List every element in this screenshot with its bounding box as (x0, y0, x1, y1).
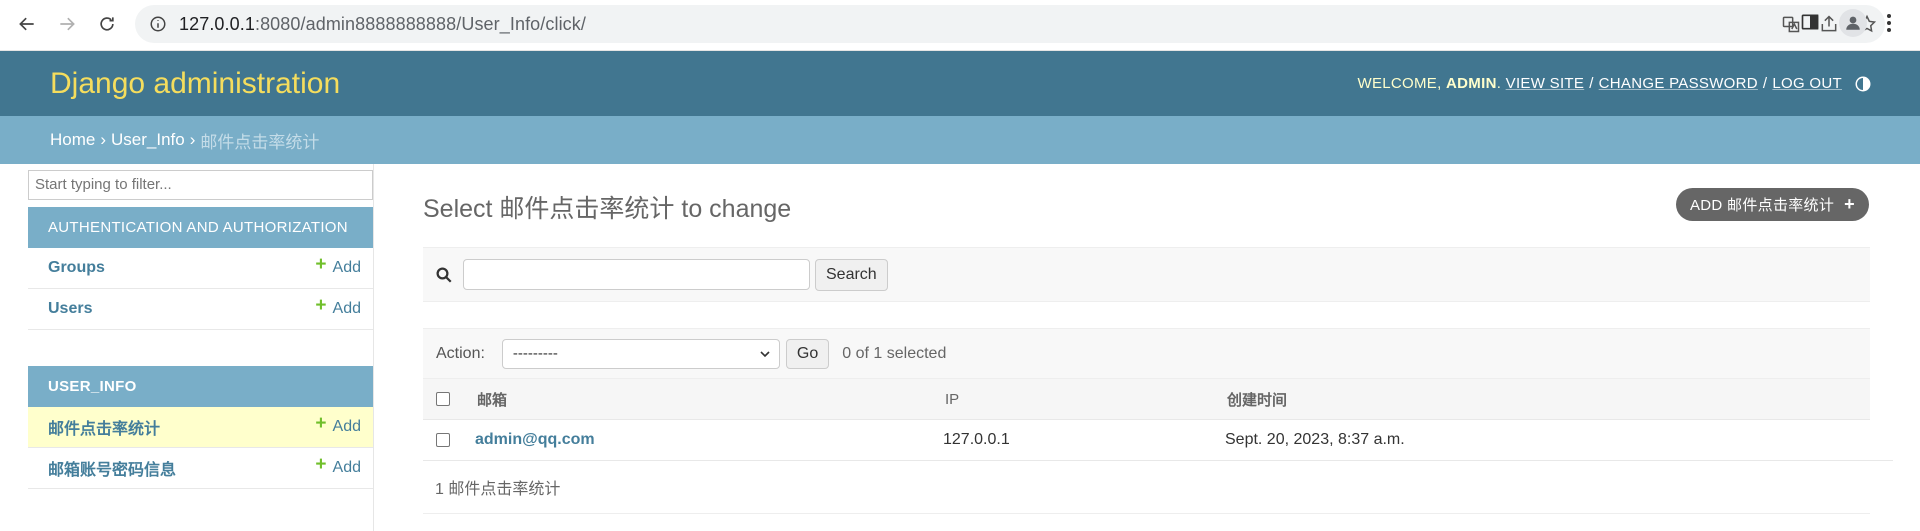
row-created: Sept. 20, 2023, 8:37 a.m. (1225, 431, 1405, 448)
forward-icon[interactable] (50, 7, 84, 41)
side-panel-icon[interactable] (1800, 12, 1820, 37)
sidebar-item-label[interactable]: Groups (48, 259, 105, 277)
search-button[interactable]: Search (815, 258, 888, 291)
column-header-created[interactable]: 创建时间 (1227, 379, 1287, 419)
add-users-link[interactable]: + Add (315, 295, 361, 320)
sidebar-item-groups: Groups + Add (28, 248, 373, 289)
change-password-link[interactable]: CHANGE PASSWORD (1599, 75, 1758, 92)
separator: / (1762, 75, 1768, 92)
row-checkbox[interactable] (436, 433, 450, 447)
back-icon[interactable] (10, 7, 44, 41)
row-email-link[interactable]: admin@qq.com (475, 420, 595, 460)
plus-icon: + (315, 254, 327, 275)
site-brand[interactable]: Django administration (50, 67, 340, 101)
row-ip: 127.0.0.1 (943, 431, 1010, 448)
module-caption-user-info[interactable]: USER_INFO (28, 366, 373, 407)
page-title: Select 邮件点击率统计 to change (423, 195, 792, 223)
plus-icon: + (315, 454, 327, 475)
more-menu-icon[interactable] (1886, 13, 1892, 38)
admin-header: Django administration WELCOME, ADMIN. VI… (0, 51, 1920, 116)
selected-count: 0 of 1 selected (842, 344, 947, 362)
sidebar-item-users: Users + Add (28, 289, 373, 330)
logout-link[interactable]: LOG OUT (1772, 75, 1842, 92)
reload-icon[interactable] (90, 7, 124, 41)
paginator: 1 邮件点击率统计 (423, 461, 1870, 514)
table-row: admin@qq.com 127.0.0.1 Sept. 20, 2023, 8… (423, 420, 1893, 461)
url-text: 127.0.0.1:8080/admin8888888888/User_Info… (179, 13, 586, 34)
username: ADMIN (1446, 75, 1497, 92)
user-tools: WELCOME, ADMIN. VIEW SITE / CHANGE PASSW… (1358, 75, 1873, 93)
breadcrumb-separator: › (100, 130, 107, 149)
breadcrumb-separator: › (189, 130, 196, 149)
add-email-accounts-link[interactable]: + Add (315, 454, 361, 479)
sidebar-filter-input[interactable]: Start typing to filter... (28, 170, 373, 200)
column-header-email[interactable]: 邮箱 (477, 379, 507, 419)
breadcrumb-current: 邮件点击率统计 (200, 132, 320, 152)
sidebar-item-label[interactable]: Users (48, 300, 92, 318)
search-input[interactable] (463, 259, 810, 290)
table-header: 邮箱 IP 创建时间 (423, 379, 1870, 420)
chevron-down-icon (760, 350, 770, 357)
module-caption-auth[interactable]: AUTHENTICATION AND AUTHORIZATION (28, 207, 373, 248)
plus-icon: + (1844, 194, 1855, 214)
info-icon[interactable] (149, 15, 167, 33)
theme-toggle-icon[interactable] (1854, 75, 1872, 93)
select-all-checkbox[interactable] (436, 392, 450, 406)
add-groups-link[interactable]: + Add (315, 254, 361, 279)
add-record-button[interactable]: ADD 邮件点击率统计 + (1676, 188, 1869, 221)
sidebar-item-label[interactable]: 邮件点击率统计 (48, 415, 160, 439)
profile-avatar-icon[interactable] (1839, 9, 1867, 37)
sidebar-item-label[interactable]: 邮箱账号密码信息 (48, 456, 176, 480)
column-header-ip[interactable]: IP (945, 379, 959, 419)
welcome-text: WELCOME, (1357, 75, 1442, 92)
plus-icon: + (315, 295, 327, 316)
actions-bar: Action: --------- Go 0 of 1 selected (423, 328, 1870, 379)
sidebar-item-click-stats: 邮件点击率统计 + Add (28, 407, 373, 448)
browser-toolbar: 127.0.0.1:8080/admin8888888888/User_Info… (0, 0, 1920, 51)
breadcrumb-app[interactable]: User_Info (111, 130, 185, 150)
translate-icon[interactable] (1781, 14, 1801, 34)
action-label: Action: (436, 344, 485, 362)
view-site-link[interactable]: VIEW SITE (1506, 75, 1585, 92)
sidebar-item-email-accounts: 邮箱账号密码信息 + Add (28, 448, 373, 489)
share-icon[interactable] (1819, 14, 1839, 34)
action-select[interactable]: --------- (501, 338, 780, 369)
search-icon (436, 267, 452, 283)
breadcrumb-home[interactable]: Home (50, 130, 95, 150)
separator: / (1589, 75, 1594, 92)
plus-icon: + (315, 413, 327, 434)
search-toolbar: Search (423, 247, 1870, 302)
address-bar[interactable]: 127.0.0.1:8080/admin8888888888/User_Info… (135, 5, 1885, 43)
go-button[interactable]: Go (785, 338, 830, 369)
breadcrumb: Home › User_Info › 邮件点击率统计 (0, 116, 1920, 164)
add-click-stats-link[interactable]: + Add (315, 413, 361, 438)
nav-sidebar: Start typing to filter... AUTHENTICATION… (28, 164, 374, 531)
